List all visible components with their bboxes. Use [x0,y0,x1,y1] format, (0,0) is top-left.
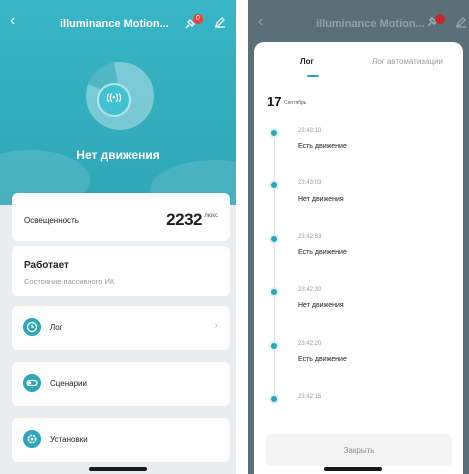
log-date-month: Сентябрь [284,100,307,106]
timeline-dot [269,287,279,297]
event-text: Нет движения [298,196,344,203]
event-time: 23:42:20 [298,341,322,347]
event-text: Нет движения [298,302,344,309]
top-bar: ‹ illuminance Motion... 0 [0,0,236,40]
event-time: 23:42:53 [298,234,322,240]
event-text: Есть движение [298,356,347,363]
device-title: illuminance Motion... [60,18,169,30]
menu-settings[interactable]: Установки [12,418,230,462]
log-sheet: Лог Лог автоматизации 17 Сентябрь 23:43:… [254,42,463,474]
event-text: Есть движение [298,249,347,256]
illuminance-value: 2232 [166,210,202,229]
close-button[interactable]: Закрыть [266,434,452,466]
event-time: 23:43:03 [298,180,322,186]
timeline-dot [269,128,279,138]
event-time: 23:43:10 [298,128,322,134]
event-time: 23:42:30 [298,287,322,293]
dimmed-top-bar: ‹ illuminance Motion... [248,0,469,40]
pir-state-title: Работает [24,260,69,271]
dimmed-device-title: illuminance Motion... [316,18,425,30]
menu-scenes-label: Сценарии [50,379,87,388]
illuminance-unit: люкс [204,213,218,219]
notification-badge: 0 [193,14,203,24]
timeline-line [274,132,275,404]
gear-icon [23,430,41,448]
notification-badge [435,14,445,24]
illuminance-card: Освещенность 2232 люкс [12,193,230,241]
event-time: 23:42:15 [298,394,322,400]
menu-log-label: Лог [50,323,63,332]
log-date-day: 17 [267,94,282,109]
timeline-dot [269,394,279,404]
menu-scenes[interactable]: Сценарии [12,362,230,406]
log-screen: ‹ illuminance Motion... Лог Лог автомати… [248,0,469,474]
tab-underline [307,75,319,77]
motion-sensor-icon: ((•)) [106,92,122,102]
clock-icon [23,318,41,336]
back-chevron-icon: ‹ [258,13,264,30]
home-indicator [89,467,147,471]
tab-log[interactable]: Лог [300,57,314,66]
menu-log[interactable]: Лог › [12,306,230,350]
menu-settings-label: Установки [50,435,88,444]
pir-state-subtitle: Состояние пассивного ИК [24,277,115,286]
event-text: Есть движение [298,143,347,150]
motion-status: Нет движения [76,148,160,162]
illuminance-label: Освещенность [24,216,79,225]
tab-automation-log[interactable]: Лог автоматизации [372,57,443,66]
device-screen: ‹ illuminance Motion... 0 ((•)) Нет движ… [0,0,236,474]
home-indicator [324,467,382,471]
timeline-dot [269,341,279,351]
close-button-label: Закрыть [343,446,375,455]
toggle-icon [23,374,41,392]
edit-pencil-icon[interactable] [214,16,226,28]
pir-state-card: Работает Состояние пассивного ИК [12,246,230,296]
chevron-right-icon: › [214,320,218,331]
device-link-button[interactable]: 0 [184,14,203,32]
timeline-dot [269,180,279,190]
back-chevron-icon[interactable]: ‹ [10,13,15,29]
edit-pencil-icon [456,17,466,28]
device-header: ‹ illuminance Motion... 0 ((•)) Нет движ… [0,0,236,205]
timeline-dot [269,234,279,244]
